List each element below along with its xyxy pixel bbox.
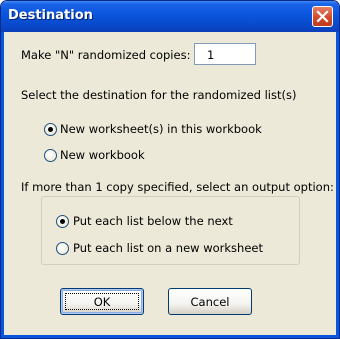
option-list-below-label[interactable]: Put each list below the next (73, 214, 233, 228)
cancel-button-label: Cancel (190, 294, 230, 309)
radio-selected-dot (48, 127, 53, 132)
copies-input[interactable] (194, 43, 256, 65)
destination-dialog: Destination Make "N" randomized copies: … (0, 0, 340, 339)
dialog-title: Destination (8, 8, 93, 23)
ok-button[interactable]: OK (60, 288, 144, 315)
radio-new-workbook[interactable] (44, 149, 57, 162)
radio-new-worksheet[interactable] (56, 242, 69, 255)
window-border-left (1, 32, 4, 338)
output-prompt: If more than 1 copy specified, select an… (21, 180, 334, 194)
option-new-worksheets-label[interactable]: New worksheet(s) in this workbook (60, 122, 262, 136)
close-icon (316, 10, 329, 23)
destination-prompt: Select the destination for the randomize… (21, 88, 297, 102)
close-button[interactable] (312, 6, 333, 27)
radio-new-worksheets[interactable] (44, 123, 57, 136)
option-new-worksheet-label[interactable]: Put each list on a new worksheet (73, 241, 263, 255)
window-border-right (336, 32, 339, 338)
option-new-workbook-label[interactable]: New workbook (60, 148, 145, 162)
cancel-button[interactable]: Cancel (168, 288, 252, 315)
focus-rectangle (65, 293, 139, 310)
radio-list-below[interactable] (56, 215, 69, 228)
copies-label: Make "N" randomized copies: (21, 48, 191, 62)
radio-selected-dot (60, 219, 65, 224)
title-bar[interactable]: Destination (1, 1, 339, 32)
window-border-bottom (1, 335, 339, 338)
